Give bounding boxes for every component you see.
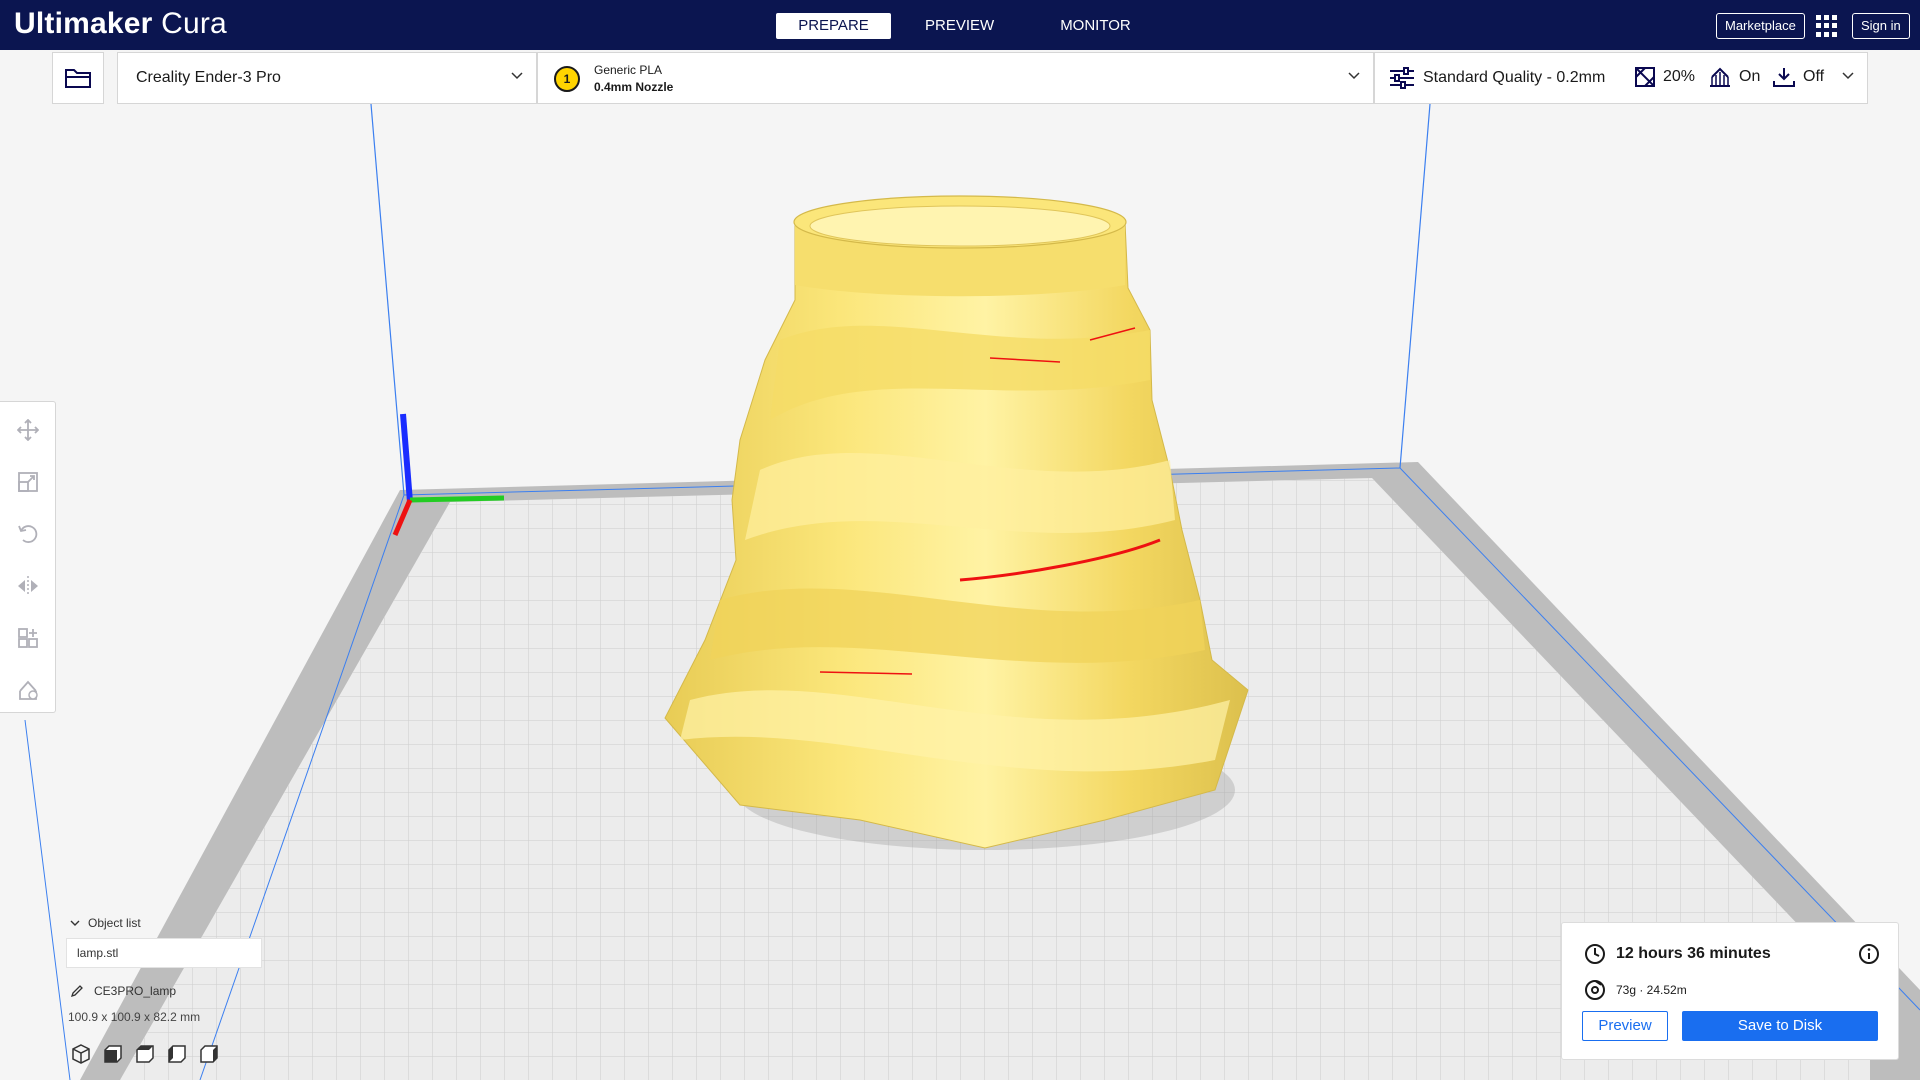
sign-in-button[interactable]: Sign in [1852,13,1910,39]
y-axis [409,495,505,503]
scale-tool[interactable] [14,468,42,496]
mirror-tool[interactable] [14,572,42,600]
printer-name: Creality Ender-3 Pro [136,69,281,86]
printer-selector[interactable]: Creality Ender-3 Pro [117,52,537,104]
material-usage: 73g · 24.52m [1616,983,1687,997]
view-3d-icon[interactable] [70,1043,92,1065]
chevron-down-icon [70,920,80,926]
print-time: 12 hours 36 minutes [1616,945,1771,962]
app-title-product: Cura [161,7,227,40]
save-to-disk-button[interactable]: Save to Disk [1682,1011,1878,1041]
support-setting: On [1709,67,1760,87]
infill-value: 20% [1663,68,1696,85]
object-list: Object list lamp.stl [66,916,266,968]
infill-setting: 20% [1635,67,1695,87]
app-header: Ultimaker Cura PREPARE PREVIEW MONITOR M… [0,0,1920,50]
chevron-down-icon [1348,72,1360,80]
per-model-settings-icon [18,628,38,648]
app-title: Ultimaker Cura [14,7,227,41]
support-blocker-icon [19,680,38,700]
view-left-icon[interactable] [166,1043,188,1065]
object-name: CE3PRO_lamp [94,984,177,998]
app-title-brand: Ultimaker [14,7,153,40]
print-time-row: 12 hours 36 minutes [1584,943,1771,965]
material-usage-row: 73g · 24.52m [1584,979,1687,1001]
clock-icon [1585,944,1605,964]
tab-preview[interactable]: PREVIEW [899,13,1020,39]
rotate-icon [18,525,38,543]
info-icon[interactable] [1858,943,1880,965]
adhesion-icon [1773,68,1795,87]
object-dimensions: 100.9 x 100.9 x 82.2 mm [68,1010,201,1024]
scale-icon [18,472,38,492]
object-name-row: CE3PRO_lamp [70,984,176,998]
support-value: On [1739,68,1761,85]
material-name: Generic PLA [594,63,663,77]
adhesion-setting: Off [1773,67,1824,87]
mirror-icon [18,576,38,596]
object-list-toggle[interactable]: Object list [70,916,266,930]
view-top-icon[interactable] [134,1043,156,1065]
infill-icon [1635,67,1655,87]
support-blocker-tool[interactable] [14,676,42,704]
pencil-icon[interactable] [70,984,84,998]
per-model-settings-tool[interactable] [14,624,42,652]
material-selector[interactable]: 1 Generic PLA 0.4mm Nozzle [537,52,1374,104]
lamp-model[interactable] [664,195,1249,849]
support-icon [1710,67,1730,87]
tab-prepare[interactable]: PREPARE [776,13,891,39]
open-file-button[interactable] [52,52,104,104]
preview-button[interactable]: Preview [1582,1011,1668,1041]
apps-grid-icon[interactable] [1816,15,1838,37]
extruder-badge: 1 [554,66,580,92]
quality-setting: Standard Quality - 0.2mm [1389,67,1605,89]
move-icon [17,419,39,441]
print-action-panel: 12 hours 36 minutes 73g · 24.52m Preview… [1561,922,1899,1060]
chevron-down-icon [1842,72,1854,80]
tool-panel [0,401,56,713]
chevron-down-icon [511,72,523,80]
view-right-icon[interactable] [198,1043,220,1065]
folder-icon [65,69,91,88]
spool-icon [1585,980,1605,1000]
list-item[interactable]: lamp.stl [66,938,262,968]
view-orientation-buttons [70,1043,220,1065]
sliders-icon [1390,67,1414,89]
marketplace-button[interactable]: Marketplace [1716,13,1805,39]
quality-label: Standard Quality - 0.2mm [1423,69,1606,86]
move-tool[interactable] [14,416,42,444]
view-front-icon[interactable] [102,1043,124,1065]
object-list-label: Object list [88,916,141,930]
nozzle-size: 0.4mm Nozzle [594,80,674,94]
rotate-tool[interactable] [14,520,42,548]
tab-monitor[interactable]: MONITOR [1034,13,1157,39]
adhesion-value: Off [1803,68,1825,85]
print-settings-selector[interactable]: Standard Quality - 0.2mm 20% On Off [1374,52,1868,104]
stage-tabs: PREPARE PREVIEW MONITOR [776,13,1157,39]
